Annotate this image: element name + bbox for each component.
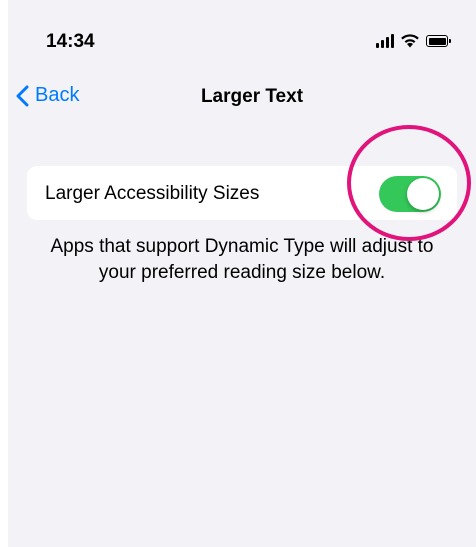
larger-accessibility-sizes-label: Larger Accessibility Sizes [45,183,260,204]
battery-icon [426,35,451,47]
larger-accessibility-sizes-toggle[interactable] [379,176,441,212]
page-title: Larger Text [200,86,304,107]
toggle-knob [407,178,439,210]
wifi-icon [401,34,419,48]
phone-screen: 14:34 Back Larger Text Larger Accessibil… [8,0,476,547]
cellular-signal-icon [376,34,394,48]
status-time: 14:34 [46,31,95,52]
status-icons [376,32,451,48]
larger-accessibility-sizes-row: Larger Accessibility Sizes [27,166,457,220]
footer-description: Apps that support Dynamic Type will adju… [50,236,434,283]
